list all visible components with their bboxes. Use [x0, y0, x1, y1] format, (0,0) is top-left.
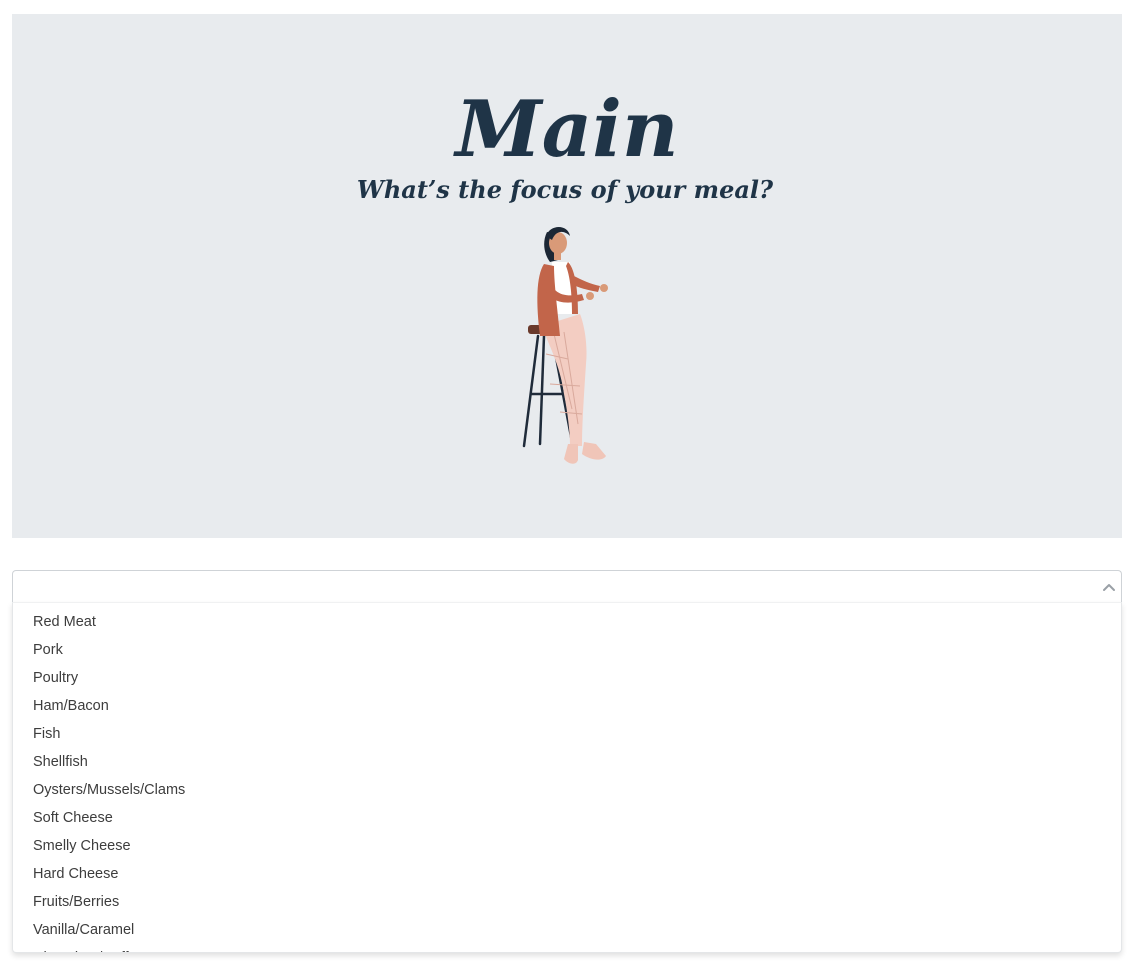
main-focus-select[interactable]	[12, 570, 1122, 602]
option-pork[interactable]: Pork	[13, 636, 1121, 664]
option-fruits-berries[interactable]: Fruits/Berries	[13, 888, 1121, 916]
option-red-meat[interactable]: Red Meat	[13, 608, 1121, 636]
option-fish[interactable]: Fish	[13, 720, 1121, 748]
hero-artwork: Main What’s the focus of your meal?	[357, 84, 774, 464]
option-poultry[interactable]: Poultry	[13, 664, 1121, 692]
option-vanilla-caramel[interactable]: Vanilla/Caramel	[13, 916, 1121, 944]
option-smelly-cheese[interactable]: Smelly Cheese	[13, 832, 1121, 860]
option-ham-bacon[interactable]: Ham/Bacon	[13, 692, 1121, 720]
option-shellfish[interactable]: Shellfish	[13, 748, 1121, 776]
option-oysters-mussels-clams[interactable]: Oysters/Mussels/Clams	[13, 776, 1121, 804]
woman-on-stool-illustration	[522, 227, 608, 464]
option-soft-cheese[interactable]: Soft Cheese	[13, 804, 1121, 832]
hero-banner: Main What’s the focus of your meal?	[12, 14, 1122, 538]
hero-subtitle: What’s the focus of your meal?	[357, 175, 774, 204]
option-hard-cheese[interactable]: Hard Cheese	[13, 860, 1121, 888]
option-chocolate-coffee[interactable]: Chocolate/Coffee	[13, 944, 1121, 952]
select-dropdown-menu: Red Meat Pork Poultry Ham/Bacon Fish She…	[12, 602, 1122, 953]
hero-title: Main	[452, 84, 678, 175]
chevron-up-icon[interactable]	[1101, 579, 1117, 595]
